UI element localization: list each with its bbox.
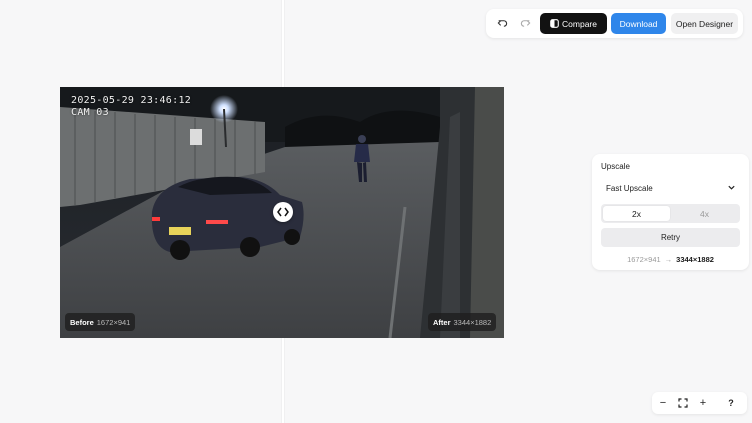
after-size: 3344×1882 bbox=[453, 317, 492, 327]
arrow-right-icon: → bbox=[664, 254, 673, 264]
download-button[interactable]: Download bbox=[611, 13, 666, 34]
download-label: Download bbox=[619, 18, 658, 29]
camera-overlay: CAM 03 bbox=[71, 107, 109, 118]
open-designer-button[interactable]: Open Designer bbox=[671, 13, 738, 34]
scale-option-4x[interactable]: 4x bbox=[671, 206, 738, 221]
scale-option-2x[interactable]: 2x bbox=[603, 206, 670, 221]
compare-label: Compare bbox=[562, 18, 597, 29]
timestamp-overlay: 2025-05-29 23:46:12 bbox=[71, 95, 192, 106]
upscale-model-select[interactable]: Fast Upscale bbox=[601, 179, 740, 197]
resolution-to: 3344×1882 bbox=[676, 254, 714, 264]
before-label-chip: Before 1672×941 bbox=[65, 313, 136, 331]
zoom-out-button[interactable]: − bbox=[654, 394, 672, 412]
chevron-down-icon bbox=[728, 185, 735, 190]
after-label: After bbox=[433, 317, 451, 327]
compare-slider-handle[interactable] bbox=[273, 202, 293, 222]
select-value: Fast Upscale bbox=[606, 183, 653, 193]
after-label-chip: After 3344×1882 bbox=[428, 313, 497, 331]
fit-screen-icon[interactable] bbox=[674, 394, 692, 412]
open-designer-label: Open Designer bbox=[675, 18, 734, 29]
retry-button[interactable]: Retry bbox=[601, 228, 740, 247]
before-size: 1672×941 bbox=[96, 317, 131, 327]
zoom-controls: − + ? bbox=[652, 392, 747, 414]
zoom-in-button[interactable]: + bbox=[694, 394, 712, 412]
resolution-summary: 1672×941 → 3344×1882 bbox=[601, 254, 740, 264]
chevron-left-right-icon bbox=[277, 207, 289, 217]
compare-button[interactable]: Compare bbox=[540, 13, 607, 34]
compare-icon bbox=[550, 19, 559, 28]
comparison-image: 2025-05-29 23:46:12 CAM 03 Before 1672×9… bbox=[60, 87, 504, 338]
help-button[interactable]: ? bbox=[722, 394, 740, 412]
before-label: Before bbox=[70, 317, 94, 327]
panel-title: Upscale bbox=[601, 162, 630, 171]
undo-icon[interactable] bbox=[492, 13, 512, 33]
scale-segmented-control: 2x 4x bbox=[601, 204, 740, 223]
top-toolbar: Compare Download Open Designer bbox=[486, 9, 743, 38]
redo-icon[interactable] bbox=[515, 13, 535, 33]
upscale-panel: Upscale Fast Upscale 2x 4x Retry 1672×94… bbox=[592, 154, 749, 270]
resolution-from: 1672×941 bbox=[627, 254, 661, 264]
